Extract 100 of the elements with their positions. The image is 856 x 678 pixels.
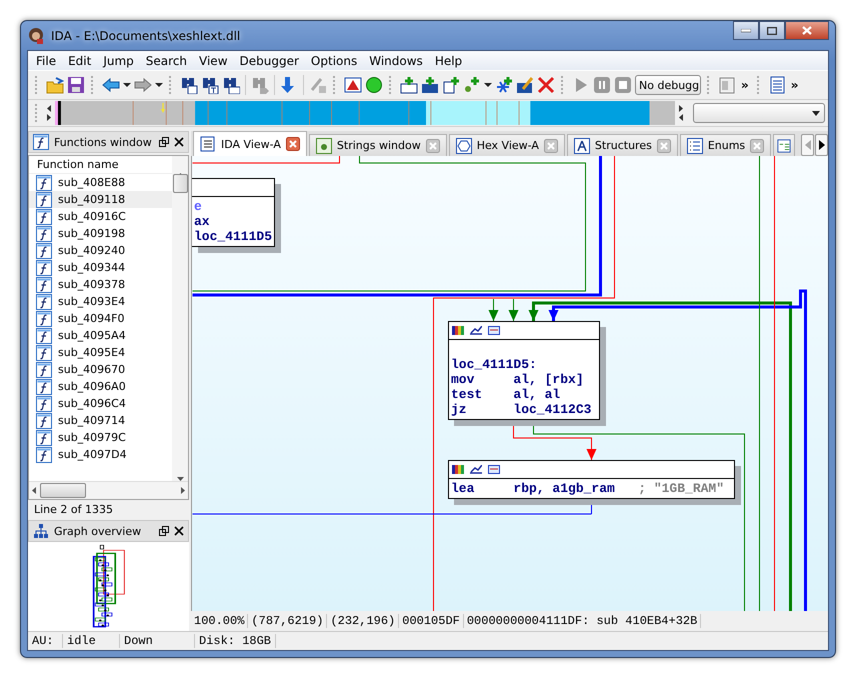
toolbar-overflow-button[interactable]: » xyxy=(788,78,801,92)
menu-item[interactable]: Options xyxy=(304,54,364,68)
left-arrow-icon[interactable] xyxy=(47,105,51,112)
function-row[interactable]: sub_409378 xyxy=(29,276,172,293)
edit-pencil-icon[interactable] xyxy=(516,76,534,94)
menu-item[interactable]: Search xyxy=(140,54,194,68)
scrollbar-thumb[interactable] xyxy=(172,174,188,193)
function-row[interactable]: sub_409198 xyxy=(29,225,172,242)
layout-icon[interactable] xyxy=(718,76,736,94)
info-field: (232,196) xyxy=(327,614,400,628)
function-icon xyxy=(36,412,52,428)
function-row[interactable]: sub_409240 xyxy=(29,242,172,259)
right-arrow-icon xyxy=(818,140,824,150)
tab[interactable]: Strings window xyxy=(308,134,447,156)
function-row[interactable]: sub_4093E4 xyxy=(29,293,172,310)
instruction-mnemonic: test xyxy=(451,387,484,402)
tab[interactable]: Structures xyxy=(566,134,678,156)
instruction-operands: al, [rbx] xyxy=(513,372,584,387)
function-row[interactable]: sub_409670 xyxy=(29,361,172,378)
add-data-icon[interactable] xyxy=(421,76,439,94)
structures-icon xyxy=(574,138,590,154)
function-row[interactable]: sub_409344 xyxy=(29,259,172,276)
graph-canvas[interactable]: e ax loc_4111D5 loc_4111D5: mov al, [rbx] test al, al jz loc_4112C3 lea rbp, a1gb_ram ; "1GB_RAM" xyxy=(191,156,828,611)
add-code-icon[interactable] xyxy=(400,76,418,94)
graph-overview-drawing[interactable] xyxy=(92,544,126,628)
menu-item[interactable]: Jump xyxy=(97,54,140,68)
left-arrow-icon[interactable] xyxy=(679,114,683,121)
back-arrow-icon[interactable] xyxy=(102,76,120,94)
toolbar-overflow-button[interactable]: » xyxy=(739,78,751,92)
function-row[interactable]: sub_4094F0 xyxy=(29,310,172,327)
menu-item[interactable]: Debugger xyxy=(234,54,305,68)
function-row[interactable]: sub_4095A4 xyxy=(29,327,172,344)
add-struct-icon[interactable] xyxy=(495,76,513,94)
pause-icon[interactable] xyxy=(593,76,611,94)
binoculars-icon[interactable] xyxy=(201,76,219,94)
tab[interactable]: IDA View-A xyxy=(193,131,307,156)
function-row[interactable]: sub_4096C4 xyxy=(29,395,172,412)
function-icon xyxy=(36,276,52,292)
circle-icon[interactable] xyxy=(365,76,383,94)
status-field: AU: xyxy=(28,634,63,648)
tab[interactable] xyxy=(773,134,796,156)
function-row[interactable]: sub_409714 xyxy=(29,412,172,429)
function-row[interactable]: sub_40979C xyxy=(29,429,172,446)
menu-item[interactable]: View xyxy=(193,54,234,68)
function-icon xyxy=(36,446,52,462)
function-row[interactable]: sub_4097D4 xyxy=(29,446,172,463)
open-folder-icon[interactable] xyxy=(46,76,64,94)
scrollbar-thumb[interactable] xyxy=(40,483,86,498)
restore-icon[interactable] xyxy=(159,526,169,536)
instruction-operands: rbp, a1gb_ram xyxy=(513,481,615,496)
status-field: Disk: 18GB xyxy=(195,634,276,648)
forward-arrow-icon[interactable] xyxy=(134,76,152,94)
panel-title: Graph overview xyxy=(54,524,142,538)
function-row[interactable]: sub_4095E4 xyxy=(29,344,172,361)
function-row[interactable]: sub_409118 xyxy=(29,191,172,208)
document-icon[interactable] xyxy=(768,76,786,94)
function-icon xyxy=(36,174,52,190)
function-row[interactable]: sub_408E88 xyxy=(29,174,172,191)
instruction-mnemonic: lea xyxy=(451,481,476,496)
delete-icon[interactable] xyxy=(537,76,555,94)
function-icon xyxy=(36,260,52,276)
minimize-button[interactable] xyxy=(733,21,759,40)
menu-item[interactable]: Windows xyxy=(363,54,429,68)
right-arrow-icon[interactable] xyxy=(47,114,51,121)
stop-icon[interactable] xyxy=(614,76,632,94)
minimize-icon xyxy=(741,28,751,32)
tab[interactable]: Hex View-A xyxy=(448,134,565,156)
segment-dropdown[interactable] xyxy=(693,103,825,123)
close-icon[interactable] xyxy=(286,137,300,151)
restore-icon[interactable] xyxy=(159,137,169,147)
warning-icon[interactable] xyxy=(344,76,362,94)
chart-icon xyxy=(470,326,482,335)
edge-arrow xyxy=(488,298,498,322)
function-icon xyxy=(33,134,49,150)
close-button[interactable] xyxy=(785,21,829,40)
code-fragment: e xyxy=(194,199,202,214)
left-arrow-icon[interactable] xyxy=(32,487,36,494)
right-arrow-icon[interactable] xyxy=(679,105,683,112)
function-row[interactable]: sub_40916C xyxy=(29,208,172,225)
maximize-button[interactable] xyxy=(759,21,785,40)
function-row[interactable]: sub_4096A0 xyxy=(29,378,172,395)
binoculars-icon[interactable] xyxy=(222,76,240,94)
menu-item[interactable]: File xyxy=(30,54,62,68)
down-arrow-icon[interactable] xyxy=(176,477,184,481)
tab[interactable]: Enums xyxy=(680,134,772,156)
debugger-dropdown[interactable]: No debugg xyxy=(635,75,701,95)
menu-item[interactable]: Help xyxy=(428,54,468,68)
binoculars-icon[interactable] xyxy=(180,76,198,94)
edge-arrow xyxy=(508,298,518,322)
save-icon[interactable] xyxy=(67,76,85,94)
text-box-icon xyxy=(488,465,500,474)
function-icon xyxy=(36,362,52,378)
right-arrow-icon[interactable] xyxy=(181,487,185,494)
function-icon xyxy=(36,294,52,310)
menu-item[interactable]: Edit xyxy=(62,54,98,68)
info-field: 000105DF xyxy=(399,614,464,628)
scroll-right-button[interactable] xyxy=(815,134,828,156)
close-icon[interactable] xyxy=(174,526,184,536)
close-icon[interactable] xyxy=(174,137,184,147)
left-arrow-icon xyxy=(804,140,810,150)
